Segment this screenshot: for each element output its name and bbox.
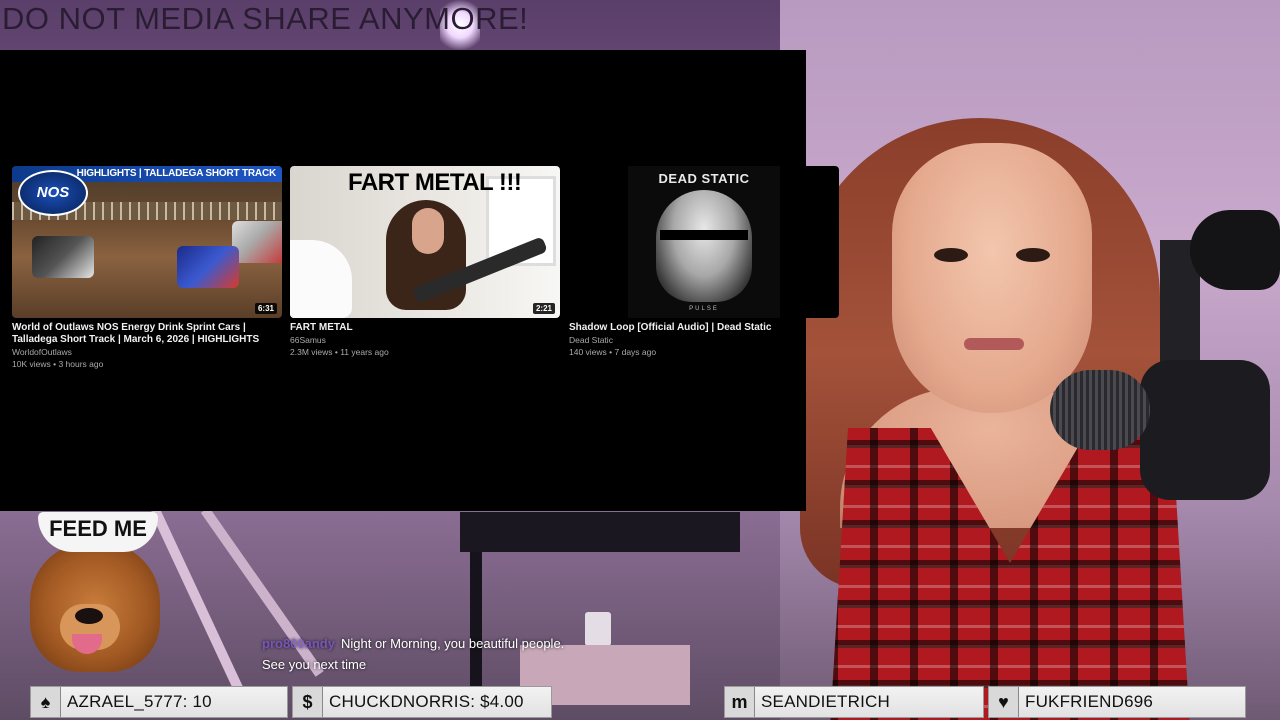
skull-image <box>656 190 752 302</box>
video-card[interactable]: DEAD STATIC PULSE Shadow Loop [Official … <box>569 166 840 358</box>
media-share-banner: DO NOT MEDIA SHARE ANYMORE! <box>2 1 529 36</box>
streamer-face <box>892 143 1092 413</box>
video-channel[interactable]: Dead Static <box>569 334 840 346</box>
video-title[interactable]: Shadow Loop [Official Audio] | Dead Stat… <box>569 322 840 334</box>
ticker-item-latest-member: m SEANDIETRICH <box>724 686 984 718</box>
thumbnail-overlay-text: HIGHLIGHTS | TALLADEGA SHORT TRACK <box>76 168 277 179</box>
chat-overlay: pro800andy Night or Morning, you beautifu… <box>262 633 582 675</box>
video-thumbnail[interactable]: HIGHLIGHTS | TALLADEGA SHORT TRACK NOS 6… <box>12 166 282 318</box>
dollar-icon: $ <box>293 687 323 717</box>
mic-mount <box>1140 360 1270 500</box>
spade-icon: ♠ <box>31 687 61 717</box>
streamer-eye-right <box>1016 248 1050 262</box>
ticker-item-top-donation: $ CHUCKDNORRIS: $4.00 <box>292 686 552 718</box>
video-channel[interactable]: 66Samus <box>290 334 561 346</box>
album-cover-subtitle: PULSE <box>689 306 719 312</box>
ticker-text: AZRAEL_5777: 10 <box>67 692 212 711</box>
video-duration: 2:21 <box>532 303 555 314</box>
video-thumbnail[interactable]: FART METAL !!! 2:21 <box>290 166 560 318</box>
outlaws-logo: NOS <box>18 170 88 216</box>
ticker-item-latest-follower: ♥ FUKFRIEND696 <box>988 686 1246 718</box>
m-icon: m <box>725 687 755 717</box>
censor-bar <box>660 230 748 240</box>
ticker-text: SEANDIETRICH <box>761 692 890 711</box>
video-meta: 140 views • 7 days ago <box>569 347 657 357</box>
dog-hat: FEED ME <box>38 512 158 552</box>
video-card[interactable]: FART METAL !!! 2:21 FART METAL 66Samus 2… <box>290 166 561 358</box>
video-meta: 10K views • 3 hours ago <box>12 359 104 369</box>
ticker-text: FUKFRIEND696 <box>1025 692 1154 711</box>
video-channel[interactable]: WorldofOutlaws <box>12 346 283 358</box>
microphone <box>1050 370 1150 450</box>
desk <box>460 512 740 552</box>
dog-hat-text: FEED ME <box>49 516 147 541</box>
streamer-mouth <box>964 338 1024 350</box>
sink <box>290 240 352 318</box>
chat-username: pro800andy <box>262 636 335 651</box>
video-card[interactable]: HIGHLIGHTS | TALLADEGA SHORT TRACK NOS 6… <box>12 166 283 370</box>
streamer-eye-left <box>934 248 968 262</box>
feed-me-dog-alert: FEED ME <box>20 512 160 682</box>
sprint-car <box>232 221 282 263</box>
video-duration: 6:31 <box>254 303 277 314</box>
logo-text: NOS <box>36 184 70 201</box>
ticker-text: CHUCKDNORRIS: $4.00 <box>329 692 524 711</box>
chat-message-line: pro800andy Night or Morning, you beautifu… <box>262 633 582 675</box>
sprint-car <box>32 236 94 278</box>
dog-nose <box>75 608 103 624</box>
ticker-item-top-bit: ♠ AZRAEL_5777: 10 <box>30 686 288 718</box>
heart-icon: ♥ <box>989 687 1019 717</box>
album-cover-title: DEAD STATIC <box>658 171 750 186</box>
mic-clip <box>1190 210 1280 290</box>
video-thumbnail[interactable]: DEAD STATIC PULSE <box>569 166 839 318</box>
video-title[interactable]: World of Outlaws NOS Energy Drink Sprint… <box>12 322 283 346</box>
thumbnail-overlay-text: FART METAL !!! <box>348 169 522 196</box>
video-meta: 2.3M views • 11 years ago <box>290 347 389 357</box>
video-title[interactable]: FART METAL <box>290 322 561 334</box>
media-share-panel: HIGHLIGHTS | TALLADEGA SHORT TRACK NOS 6… <box>0 50 839 511</box>
wall-outlet <box>585 612 611 646</box>
musician-face <box>412 208 444 254</box>
sprint-car <box>177 246 239 288</box>
album-cover: DEAD STATIC PULSE <box>628 166 780 318</box>
